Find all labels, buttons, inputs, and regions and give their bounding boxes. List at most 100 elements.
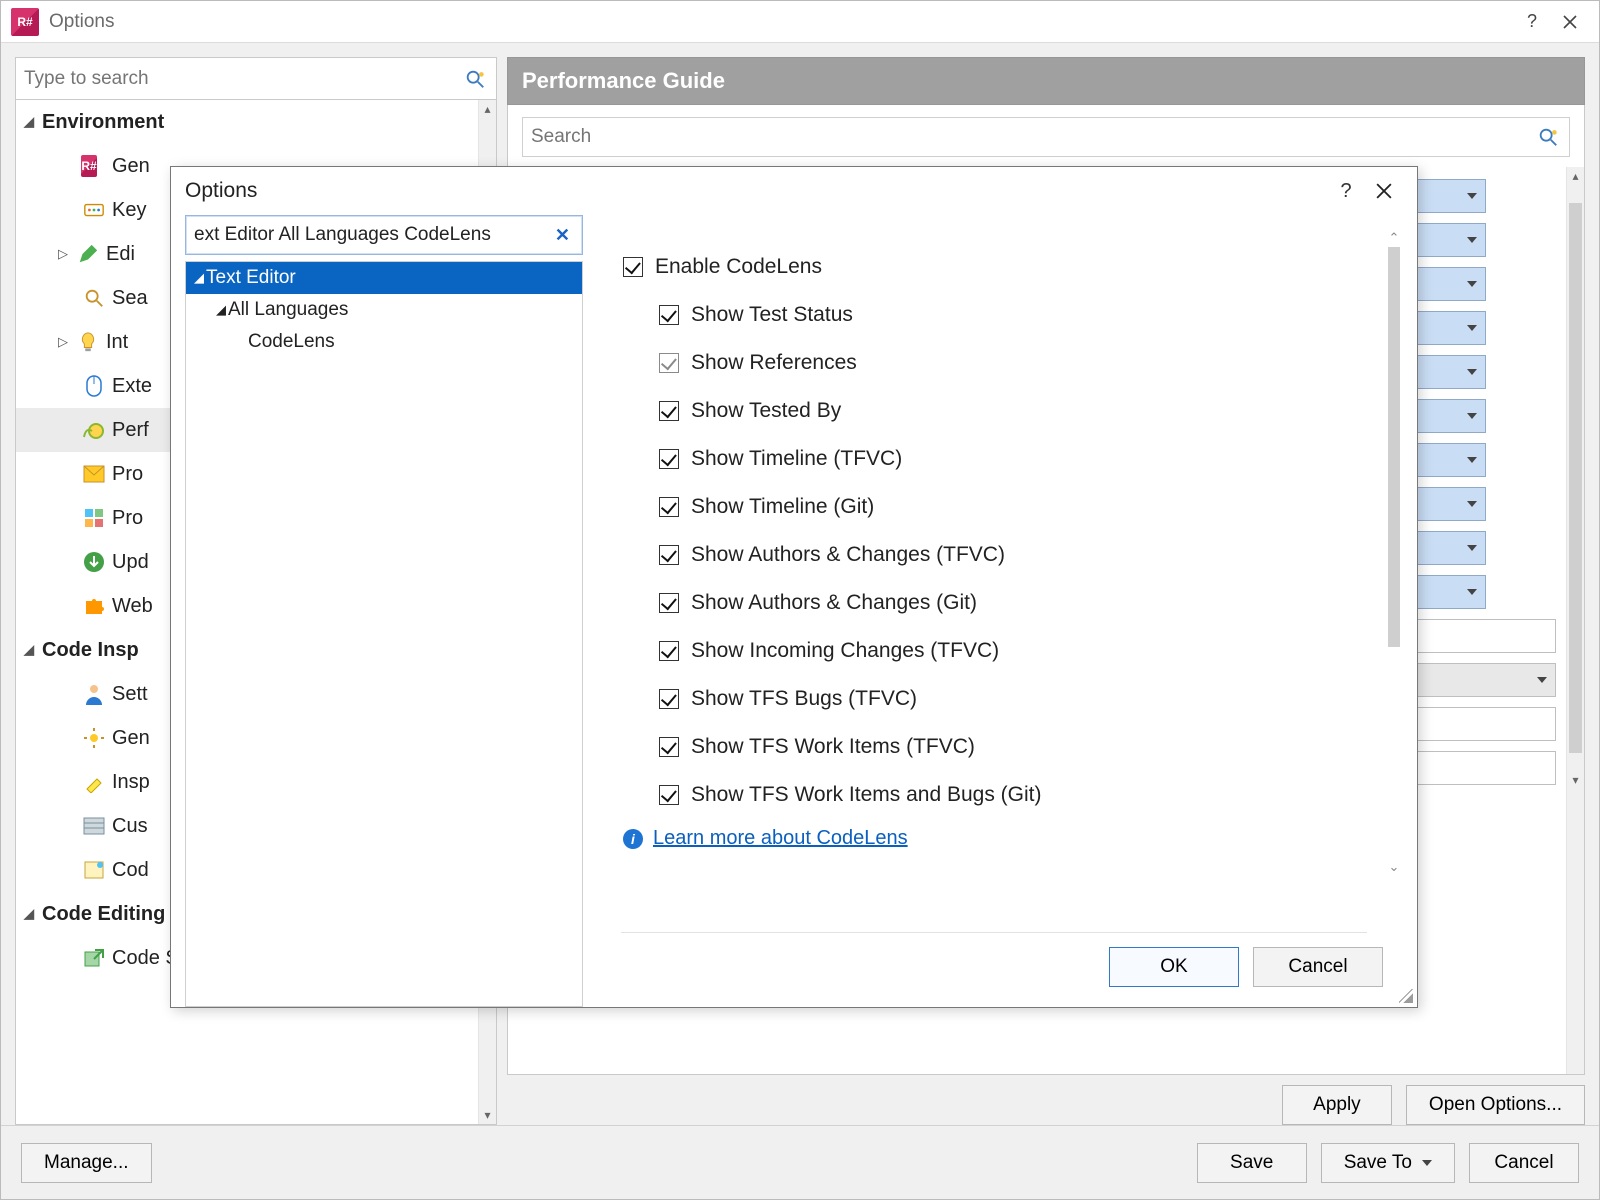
scroll-up-icon[interactable]: ▴ [479,100,496,118]
codelens-panel: Enable CodeLens Show Test StatusShow Ref… [607,215,1403,924]
chevron-down-icon [1467,193,1477,199]
codelens-option-checkbox[interactable]: Show TFS Work Items and Bugs (Git) [623,771,1363,819]
main-search-row [16,58,496,100]
chevron-down-icon [1467,325,1477,331]
nav-item-label: Cus [112,815,148,838]
codelens-option-checkbox[interactable]: Show Authors & Changes (Git) [623,579,1363,627]
mouse-icon [82,374,106,398]
scroll-up-icon[interactable]: ⌃ [1385,229,1403,247]
nav-item-label: Key [112,199,146,222]
inner-titlebar: Options ? [171,167,1417,215]
main-close-button[interactable] [1551,3,1589,41]
performance-guide-header: Performance Guide [507,57,1585,105]
enable-codelens-checkbox[interactable]: Enable CodeLens [623,243,1363,291]
checkbox-icon [623,257,643,277]
codelens-option-checkbox[interactable]: Show TFS Work Items (TFVC) [623,723,1363,771]
scroll-thumb[interactable] [1388,247,1400,647]
scroll-up-icon[interactable]: ▴ [1567,167,1584,185]
codelens-option-checkbox[interactable]: Show Timeline (Git) [623,483,1363,531]
resize-grip-icon[interactable] [1399,989,1413,1003]
codelens-option-checkbox[interactable]: Show TFS Bugs (TFVC) [623,675,1363,723]
open-options-button[interactable]: Open Options... [1406,1085,1585,1125]
highlight-icon [82,770,106,794]
apply-button[interactable]: Apply [1282,1085,1392,1125]
expand-glyph-icon: ▷ [56,246,70,262]
value-input[interactable] [1396,751,1556,785]
pattern-icon [82,814,106,838]
download-icon [82,550,106,574]
rs-icon [82,154,106,178]
checkbox-label: Show Incoming Changes (TFVC) [691,639,999,663]
checkbox-icon [659,449,679,469]
codelens-option-checkbox[interactable]: Show References [623,339,1363,387]
inner-scrollbar[interactable]: ⌃ ⌄ [1385,229,1403,876]
checkbox-label: Show Timeline (Git) [691,495,874,519]
checkbox-icon [659,401,679,421]
chevron-down-icon [1467,589,1477,595]
codelens-option-checkbox[interactable]: Show Authors & Changes (TFVC) [623,531,1363,579]
codelens-option-checkbox[interactable]: Show Timeline (TFVC) [623,435,1363,483]
codelens-option-checkbox[interactable]: Show Tested By [623,387,1363,435]
inner-title: Options [185,179,1327,203]
checkbox-icon [659,497,679,517]
checkbox-label: Show TFS Work Items (TFVC) [691,735,975,759]
nav-section-environment[interactable]: ◢Environment [16,100,496,144]
codelens-option-checkbox[interactable]: Show Test Status [623,291,1363,339]
scroll-down-icon[interactable]: ▾ [479,1106,496,1124]
share-icon [82,946,106,970]
main-search-input[interactable] [24,68,462,90]
save-button[interactable]: Save [1197,1143,1307,1183]
search-icon[interactable] [462,66,488,92]
nav-item-label: Web [112,595,153,618]
chevron-down-icon [1422,1160,1432,1166]
manage-button[interactable]: Manage... [21,1143,152,1183]
tree-item-all-languages[interactable]: ◢ All Languages [186,294,582,326]
save-to-button[interactable]: Save To [1321,1143,1455,1183]
main-cancel-button[interactable]: Cancel [1469,1143,1579,1183]
checkbox-icon [659,785,679,805]
checkbox-icon [659,737,679,757]
gear-icon [82,726,106,750]
inner-nav-tree[interactable]: ◢ Text Editor ◢ All Languages CodeLens [185,261,583,1007]
search-icon[interactable] [1535,124,1561,150]
chevron-down-icon [1537,677,1547,683]
inner-filter-box[interactable]: ext Editor All Languages CodeLens ✕ [185,215,583,255]
inner-help-button[interactable]: ? [1327,172,1365,210]
learn-more-link[interactable]: Learn more about CodeLens [653,827,908,850]
dropdown-stack [1396,179,1556,785]
inner-close-button[interactable] [1365,172,1403,210]
scroll-down-icon[interactable]: ▾ [1567,771,1584,789]
main-titlebar: Options ? [1,1,1599,43]
notes-icon [82,858,106,882]
expand-glyph-icon: ◢ [22,906,36,922]
checkbox-icon [659,593,679,613]
nav-item-label: Gen [112,155,150,178]
puzzle-icon [82,594,106,618]
perf-search-input[interactable] [531,126,1535,148]
nav-item-label: Edi [106,243,135,266]
scroll-down-icon[interactable]: ⌄ [1385,858,1403,876]
save-to-label: Save To [1344,1152,1412,1174]
tree-label: CodeLens [248,331,335,353]
nav-item-label: Exte [112,375,152,398]
checkbox-icon [659,689,679,709]
tree-item-codelens[interactable]: CodeLens [186,326,582,358]
separator [621,932,1367,933]
inner-cancel-button[interactable]: Cancel [1253,947,1383,987]
clear-filter-button[interactable]: ✕ [551,225,574,246]
value-input[interactable] [1396,619,1556,653]
value-dropdown[interactable] [1396,663,1556,697]
perf-scrollbar[interactable]: ▴ ▾ [1566,167,1584,1074]
codelens-option-checkbox[interactable]: Show Incoming Changes (TFVC) [623,627,1363,675]
tree-item-text-editor[interactable]: ◢ Text Editor [186,262,582,294]
value-input[interactable] [1396,707,1556,741]
nav-item-label: Sett [112,683,148,706]
nav-section-label: Code Insp [42,639,139,662]
main-help-button[interactable]: ? [1513,3,1551,41]
learn-more-row: i Learn more about CodeLens [623,827,1363,850]
nav-item-label: Gen [112,727,150,750]
checkbox-label: Show Authors & Changes (Git) [691,591,977,615]
checkbox-icon [659,545,679,565]
scroll-thumb[interactable] [1569,203,1582,753]
ok-button[interactable]: OK [1109,947,1239,987]
